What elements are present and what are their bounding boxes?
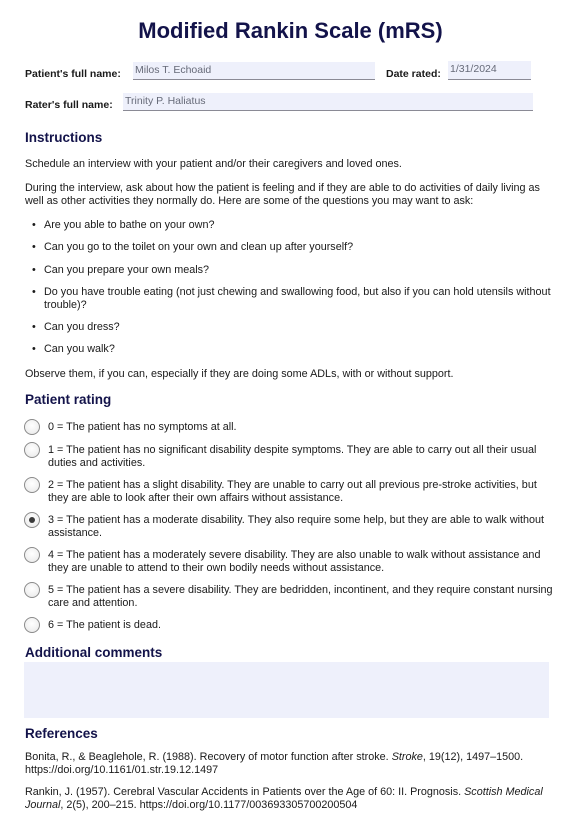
bullet-icon: • [32, 241, 36, 253]
radio-button[interactable] [24, 582, 40, 598]
patient-rating-heading: Patient rating [25, 392, 112, 407]
date-rated-label: Date rated: [386, 68, 441, 80]
bullet-icon: • [32, 343, 36, 355]
reference-item: Rankin, J. (1957). Cerebral Vascular Acc… [25, 786, 543, 811]
reference-item: Bonita, R., & Beaglehole, R. (1988). Rec… [25, 751, 524, 776]
instructions-paragraph-1: Schedule an interview with your patient … [25, 158, 402, 170]
additional-comments-heading: Additional comments [25, 645, 163, 660]
radio-button[interactable] [24, 617, 40, 633]
bullet-icon: • [32, 219, 36, 231]
bullet-icon: • [32, 264, 36, 276]
date-rated-field[interactable]: 1/31/2024 [448, 61, 531, 80]
radio-button-selected[interactable] [24, 512, 40, 528]
additional-comments-field[interactable] [24, 662, 549, 718]
instructions-heading: Instructions [25, 130, 103, 145]
page-title: Modified Rankin Scale (mRS) [138, 18, 443, 43]
radio-button[interactable] [24, 477, 40, 493]
rater-name-label: Rater's full name: [25, 99, 113, 111]
bullet-icon: • [32, 321, 36, 333]
bullet-icon: • [32, 286, 36, 298]
patient-name-field[interactable]: Milos T. Echoaid [133, 62, 375, 80]
instructions-paragraph-2: During the interview, ask about how the … [25, 182, 540, 207]
instructions-paragraph-3: Observe them, if you can, especially if … [25, 368, 454, 380]
radio-button[interactable] [24, 442, 40, 458]
radio-button[interactable] [24, 547, 40, 563]
radio-button[interactable] [24, 419, 40, 435]
references-heading: References [25, 726, 98, 741]
rater-name-field[interactable]: Trinity P. Haliatus [123, 93, 533, 111]
patient-name-label: Patient's full name: [25, 68, 121, 80]
